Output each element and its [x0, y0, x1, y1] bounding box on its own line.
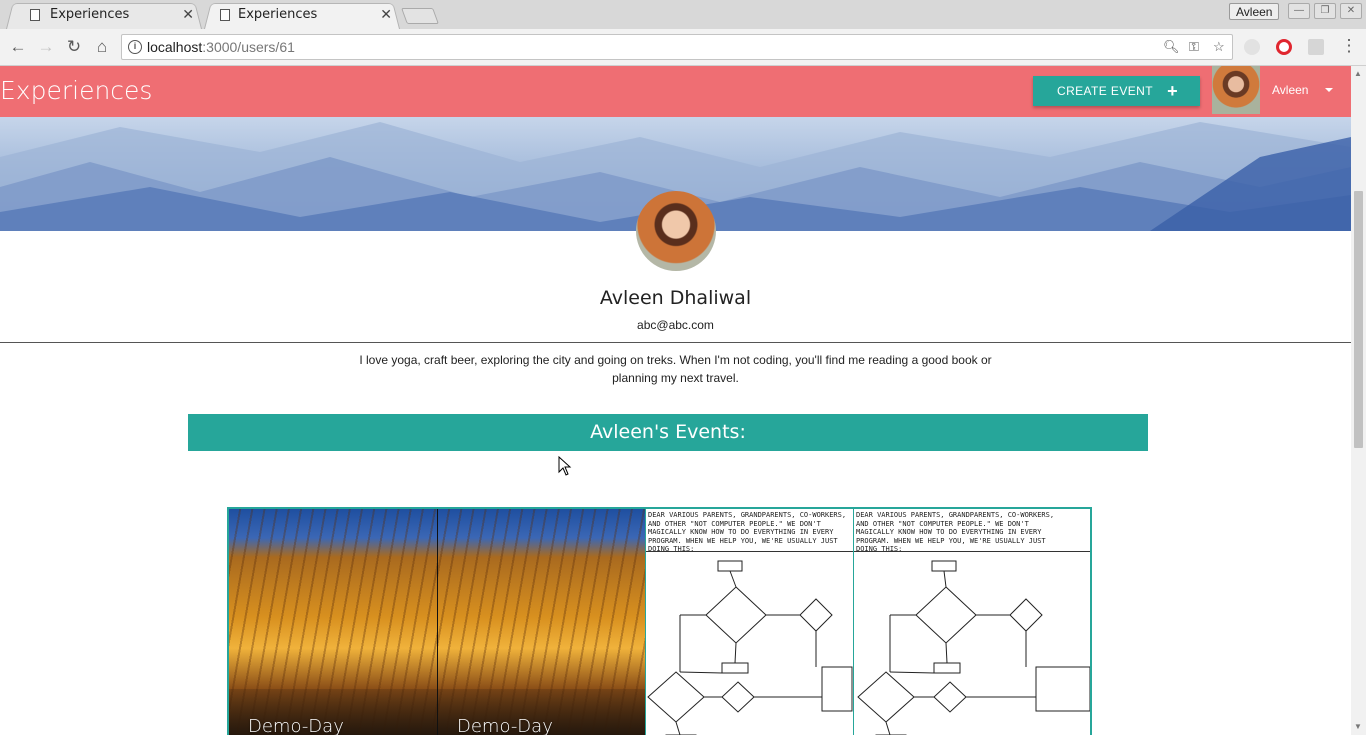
- events-header: Avleen's Events:: [188, 414, 1148, 451]
- page-icon: [30, 9, 40, 21]
- key-icon[interactable]: ⚿: [1189, 39, 1199, 55]
- user-menu-name[interactable]: Avleen: [1272, 83, 1308, 97]
- scroll-up-icon[interactable]: ▲: [1354, 69, 1362, 78]
- close-tab-icon[interactable]: ✕: [182, 1, 194, 29]
- opera-extension-icon[interactable]: [1276, 39, 1292, 55]
- user-avatar[interactable]: [1212, 66, 1260, 114]
- forward-arrow-icon[interactable]: →: [36, 37, 56, 57]
- reload-icon[interactable]: ↻: [64, 37, 84, 57]
- tab-title: Experiences: [50, 7, 130, 22]
- new-tab-button[interactable]: [401, 8, 439, 24]
- profile-avatar: [636, 191, 716, 271]
- extension-icon[interactable]: [1244, 39, 1260, 55]
- event-card[interactable]: Dear various parents, grandparents, co-w…: [853, 509, 1090, 735]
- extension-icon[interactable]: [1308, 39, 1324, 55]
- url-text: localhost:3000/users/61: [147, 39, 295, 55]
- browser-tab[interactable]: Experiences ✕: [6, 1, 202, 29]
- minimize-button[interactable]: —: [1288, 3, 1310, 19]
- scroll-down-icon[interactable]: ▼: [1354, 722, 1362, 731]
- mouse-cursor-icon: [558, 456, 572, 476]
- browser-profile-button[interactable]: Avleen: [1229, 3, 1280, 20]
- scrollbar-thumb[interactable]: [1354, 191, 1363, 448]
- close-tab-icon[interactable]: ✕: [380, 1, 392, 29]
- event-card[interactable]: Demo-Day: [437, 509, 645, 735]
- page-scrollbar[interactable]: ▲ ▼: [1351, 66, 1366, 735]
- maximize-button[interactable]: ❐: [1314, 3, 1336, 19]
- browser-tab-strip: Experiences ✕ Experiences ✕ Avleen — ❐ ✕: [0, 0, 1366, 29]
- create-event-label: CREATE EVENT: [1057, 84, 1153, 98]
- page-icon: [220, 9, 230, 21]
- event-card[interactable]: Dear various parents, grandparents, co-w…: [645, 509, 853, 735]
- flowchart-image: [647, 560, 853, 735]
- profile-email: abc@abc.com: [637, 318, 714, 332]
- event-card[interactable]: Demo-Day: [229, 509, 437, 735]
- event-title: Demo-Day: [248, 716, 344, 735]
- browser-toolbar: ← → ↻ ⌂ i localhost:3000/users/61 🔍︎ ⚿ ☆…: [0, 29, 1366, 66]
- page-viewport: Experiences CREATE EVENT + Avleen Avleen…: [0, 66, 1351, 735]
- bookmark-star-icon[interactable]: ☆: [1213, 39, 1225, 55]
- tab-title: Experiences: [238, 7, 318, 22]
- zoom-icon[interactable]: 🔍︎: [1163, 39, 1180, 55]
- profile-name: Avleen Dhaliwal: [599, 287, 752, 309]
- events-grid: Demo-Day Demo-Day Dear various parents, …: [227, 507, 1092, 735]
- site-brand[interactable]: Experiences: [0, 76, 152, 105]
- home-icon[interactable]: ⌂: [92, 37, 112, 57]
- caret-down-icon[interactable]: [1325, 88, 1333, 92]
- create-event-button[interactable]: CREATE EVENT +: [1033, 76, 1200, 106]
- comic-text: Dear various parents, grandparents, co-w…: [648, 511, 847, 553]
- address-bar[interactable]: i localhost:3000/users/61 🔍︎ ⚿ ☆: [121, 34, 1233, 60]
- event-title: Demo-Day: [457, 716, 553, 735]
- site-navbar: Experiences CREATE EVENT + Avleen: [0, 66, 1351, 117]
- flowchart-image: [857, 560, 1090, 735]
- close-window-button[interactable]: ✕: [1340, 3, 1362, 19]
- comic-text: Dear various parents, grandparents, co-w…: [856, 511, 1055, 553]
- browser-menu-icon[interactable]: ⋮: [1339, 36, 1359, 56]
- profile-bio: I love yoga, craft beer, exploring the c…: [359, 353, 992, 385]
- site-info-icon[interactable]: i: [128, 40, 142, 54]
- divider: [0, 342, 1351, 343]
- plus-icon: +: [1167, 81, 1178, 101]
- browser-tab-active[interactable]: Experiences ✕: [204, 1, 400, 29]
- back-arrow-icon[interactable]: ←: [8, 37, 28, 57]
